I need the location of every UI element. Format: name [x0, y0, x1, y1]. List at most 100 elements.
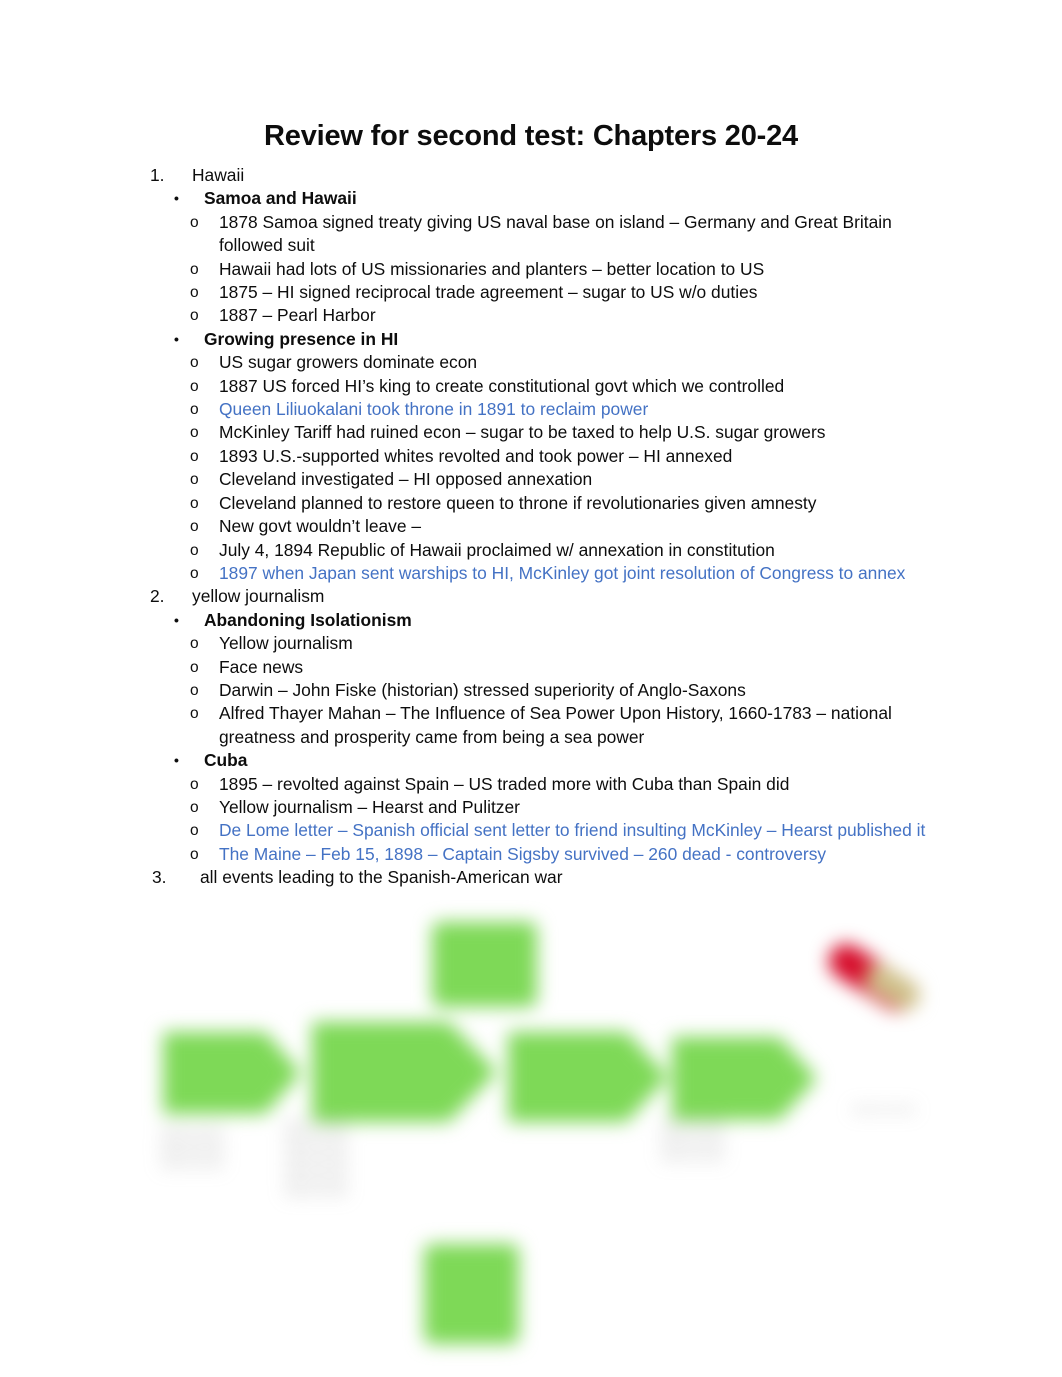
outline-text: 1878 Samoa signed treaty giving US naval…	[219, 211, 892, 256]
list-marker: o	[190, 494, 199, 512]
list-marker: o	[190, 284, 199, 302]
outline-row: • Samoa and Hawaii	[0, 187, 1062, 210]
outline-text: Samoa and Hawaii	[204, 188, 357, 209]
list-marker: •	[174, 611, 179, 628]
list-marker: o	[190, 447, 199, 465]
outline-row: o 1887 US forced HI’s king to create cons…	[0, 375, 1062, 398]
outline-text: The Maine – Feb 15, 1898 – Captain Sigsb…	[219, 843, 827, 864]
outline-text: US sugar growers dominate econ	[219, 352, 478, 373]
outline-text: Queen Liliuokalani took throne in 1891 t…	[219, 399, 649, 420]
outline-text: Cuba	[204, 750, 248, 771]
list-marker: o	[190, 658, 199, 676]
outline-row: • Abandoning Isolationism	[0, 609, 1062, 632]
outline-row: o 1887 – Pearl Harbor	[0, 304, 1062, 327]
outline-text: July 4, 1894 Republic of Hawaii proclaim…	[219, 539, 775, 560]
outline-row: o De Lome letter – Spanish official sent …	[0, 819, 1062, 842]
outline-text: Cleveland planned to restore queen to th…	[219, 492, 817, 513]
list-marker: o	[190, 798, 199, 816]
list-marker: 2.	[150, 586, 165, 607]
outline-row: o Yellow journalism – Hearst and Pulitzer	[0, 796, 1062, 819]
outline-row: o Cleveland investigated – HI opposed ann…	[0, 468, 1062, 491]
outline-row: o Face news	[0, 656, 1062, 679]
outline-row: o Cleveland planned to restore queen to t…	[0, 492, 1062, 515]
list-marker: •	[174, 190, 179, 207]
chevron-4	[672, 1037, 817, 1120]
caption-1: xxxxx xxx xxxx xxxxx xxx xxxx xxxxx xxx xx…	[160, 1124, 224, 1170]
outline-text: 1895 – revolted against Spain – US trade…	[219, 773, 790, 794]
list-marker: •	[174, 752, 179, 769]
outline-row: o Alfred Thayer Mahan – The Influence of …	[0, 702, 1062, 749]
list-marker: o	[190, 401, 199, 419]
list-marker: o	[190, 635, 199, 653]
outline-row: o 1895 – revolted against Spain – US trad…	[0, 773, 1062, 796]
outline-row: o The Maine – Feb 15, 1898 – Captain Sigs…	[0, 843, 1062, 866]
outline-row: 1. Hawaii	[0, 164, 1062, 187]
top-green-box	[432, 922, 537, 1007]
list-marker: o	[190, 518, 199, 536]
outline-text: McKinley Tariff had ruined econ – sugar …	[219, 422, 826, 443]
outline-text: Hawaii had lots of US missionaries and p…	[219, 258, 765, 279]
outline-text: Cleveland investigated – HI opposed anne…	[219, 469, 593, 490]
outline-row: 2. yellow journalism	[0, 585, 1062, 608]
outline-text: Yellow journalism – Hearst and Pulitzer	[219, 796, 520, 817]
outline-row: o McKinley Tariff had ruined econ – sugar…	[0, 421, 1062, 444]
list-marker: o	[190, 377, 199, 395]
list-marker: o	[190, 307, 199, 325]
outline-text: Darwin – John Fiske (historian) stressed…	[219, 679, 746, 700]
outline-text: 1893 U.S.-supported whites revolted and …	[219, 445, 733, 466]
list-marker: 1.	[150, 165, 165, 185]
list-marker: o	[190, 424, 199, 442]
chevron-1	[163, 1032, 301, 1114]
document-page: Review for second test: Chapters 20-24 1…	[0, 0, 1062, 1377]
list-marker: o	[190, 541, 199, 559]
outline-row: o US sugar growers dominate econ	[0, 351, 1062, 374]
outline-row: o 1897 when Japan sent warships to HI, Mc…	[0, 562, 1062, 585]
list-marker: o	[190, 564, 199, 582]
outline-text: 1887 – Pearl Harbor	[219, 305, 376, 326]
outline-text: New govt wouldn’t leave –	[219, 516, 422, 537]
outline-text: yellow journalism	[192, 586, 325, 607]
list-marker: o	[190, 213, 199, 231]
outline-text: all events leading to the Spanish-Americ…	[200, 867, 563, 888]
outline-text: Abandoning Isolationism	[204, 609, 412, 630]
list-marker: o	[190, 681, 199, 699]
outline-text: Face news	[219, 656, 304, 677]
list-marker: o	[190, 354, 199, 372]
outline-list: 1. Hawaii • Samoa and Hawaii o 1878 Samoa sig…	[0, 164, 1062, 890]
outline-row: o 1893 U.S.-supported whites revolted and…	[0, 445, 1062, 468]
outline-text: Hawaii	[192, 165, 245, 185]
outline-row: o Yellow journalism	[0, 632, 1062, 655]
outline-row: o New govt wouldn’t leave –	[0, 515, 1062, 538]
flowchart-shapes: xxxxx xxx xxxx xxxxx xxx xxxx xxxxx xxx xx…	[0, 912, 1062, 1362]
bottom-green-box	[424, 1244, 519, 1344]
outline-text: Growing presence in HI	[204, 328, 399, 349]
outline-row: o 1878 Samoa signed treaty giving US nava…	[0, 211, 1062, 258]
outline-row: o July 4, 1894 Republic of Hawaii proclai…	[0, 539, 1062, 562]
page-title: Review for second test: Chapters 20-24	[264, 120, 798, 152]
list-marker: o	[190, 260, 199, 278]
chevron-3	[508, 1032, 668, 1122]
outline-row: o Hawaii had lots of US missionaries and …	[0, 258, 1062, 281]
outline-row: o Queen Liliuokalani took throne in 1891 …	[0, 398, 1062, 421]
outline-row: 3. all events leading to the Spanish-Amer…	[0, 866, 1062, 889]
outline-text: 1897 when Japan sent warships to HI, McK…	[219, 562, 906, 583]
list-marker: o	[190, 822, 199, 840]
outline-text: 1887 US forced HI’s king to create const…	[219, 375, 785, 396]
caption-2: xxxxx xxx xxxx xxxxx xxx xxxx xxxxx xxx xx…	[284, 1118, 348, 1198]
caption-3: xxxxx xxx xxxx xxxxx xxx xxxx xxxxx xxx xx…	[661, 1117, 724, 1163]
spanish-american-war-flowchart: xxxxx xxx xxxx xxxxx xxx xxxx xxxxx xxx xx…	[0, 912, 1062, 1362]
outline-text: Alfred Thayer Mahan – The Influence of S…	[219, 703, 892, 747]
outline-text: 1875 – HI signed reciprocal trade agreem…	[219, 282, 758, 303]
list-marker: o	[190, 775, 199, 793]
list-marker: o	[190, 705, 199, 723]
list-marker: o	[190, 845, 199, 863]
outline-row: • Growing presence in HI	[0, 328, 1062, 351]
list-marker: •	[174, 330, 179, 347]
list-marker: 3.	[152, 867, 167, 888]
chevron-2	[312, 1022, 497, 1122]
outline-row: o Darwin – John Fiske (historian) stresse…	[0, 679, 1062, 702]
list-marker: o	[190, 471, 199, 489]
outline-row: o 1875 – HI signed reciprocal trade agree…	[0, 281, 1062, 304]
outline-text: Yellow journalism	[219, 633, 353, 654]
outline-row: • Cuba	[0, 749, 1062, 772]
